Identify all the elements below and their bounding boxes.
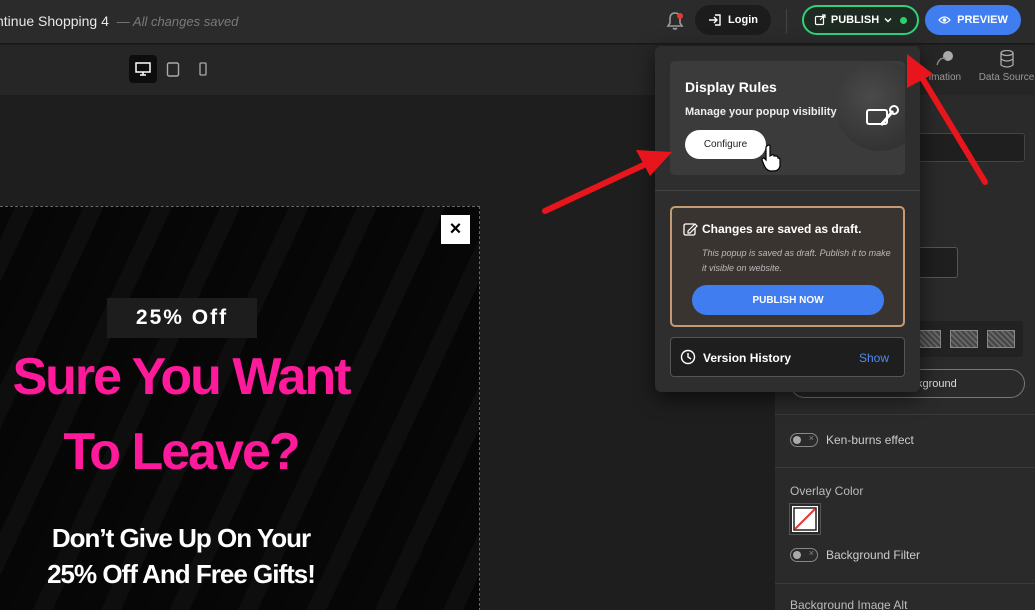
background-filter-toggle[interactable]: ×	[790, 548, 818, 562]
desktop-icon	[135, 62, 151, 76]
offer-badge[interactable]: 25% Off	[107, 298, 257, 338]
eye-icon	[938, 16, 951, 24]
tab-animation[interactable]: imation	[920, 50, 970, 83]
popup-canvas[interactable]: × 25% Off Sure You Want To Leave? Don’t …	[0, 206, 480, 610]
settings-divider	[775, 414, 1035, 415]
login-label: Login	[728, 14, 758, 26]
tab-animation-label: imation	[928, 72, 962, 83]
publish-now-label: PUBLISH NOW	[752, 294, 824, 306]
notification-bell-icon[interactable]	[664, 10, 686, 32]
publish-now-button[interactable]: PUBLISH NOW	[692, 285, 884, 315]
tab-data-source[interactable]: Data Source	[978, 50, 1035, 83]
hand-cursor-icon	[761, 144, 781, 172]
layout-option-3[interactable]	[986, 330, 1015, 348]
save-status: — All changes saved	[116, 14, 239, 29]
login-button[interactable]: Login	[695, 5, 771, 35]
header-divider	[786, 9, 787, 33]
background-filter-label: Background Filter	[826, 548, 921, 562]
ken-burns-toggle[interactable]: ×	[790, 433, 818, 447]
background-filter-row: × Background Filter	[790, 548, 920, 562]
overlay-color-swatch[interactable]	[789, 503, 821, 535]
version-history-title: Version History	[703, 351, 792, 365]
version-history-row[interactable]: Version History Show	[670, 337, 905, 377]
layout-options	[905, 321, 1023, 357]
background-button-label: kground	[917, 377, 957, 390]
top-bar: ntinue Shopping 4 — All changes saved Lo…	[0, 0, 1035, 44]
tablet-icon	[166, 61, 180, 77]
mobile-view-button[interactable]	[189, 55, 217, 83]
display-rules-title: Display Rules	[685, 79, 777, 95]
display-rules-subtitle: Manage your popup visibility	[685, 106, 837, 118]
annotation-arrow-configure	[542, 150, 672, 214]
background-image-alt-label: Background Image Alt	[790, 598, 908, 610]
external-link-icon	[814, 14, 826, 26]
mobile-icon	[199, 62, 207, 76]
publish-button[interactable]: PUBLISH	[802, 5, 919, 35]
subheadline-line-2[interactable]: 25% Off And Free Gifts!	[0, 559, 371, 590]
no-color-icon	[793, 507, 817, 531]
publish-label: PUBLISH	[830, 14, 880, 26]
database-icon	[999, 50, 1014, 68]
document-title-text: ntinue Shopping 4	[0, 13, 109, 29]
configure-button[interactable]: Configure	[685, 130, 766, 159]
headline-line-2[interactable]: To Leave?	[0, 422, 371, 482]
layout-option-2[interactable]	[949, 330, 978, 348]
chevron-down-icon	[884, 17, 892, 23]
subheadline-line-1[interactable]: Don’t Give Up On Your	[0, 523, 371, 554]
preview-label: PREVIEW	[957, 14, 1008, 26]
settings-divider	[775, 467, 1035, 468]
document-title[interactable]: ntinue Shopping 4 — All changes saved	[0, 13, 238, 29]
preview-button[interactable]: PREVIEW	[925, 5, 1021, 35]
edit-note-icon	[683, 223, 698, 236]
headline-line-1[interactable]: Sure You Want	[0, 347, 371, 407]
animation-icon	[936, 51, 953, 66]
settings-divider	[775, 583, 1035, 584]
tab-data-source-label: Data Source	[978, 72, 1035, 83]
clock-icon	[680, 349, 696, 365]
configure-label: Configure	[703, 139, 748, 150]
ken-burns-row: × Ken-burns effect	[790, 433, 914, 447]
tablet-view-button[interactable]	[159, 55, 187, 83]
screen-wrench-icon	[866, 105, 899, 126]
draft-title: Changes are saved as draft.	[702, 222, 862, 236]
desktop-view-button[interactable]	[129, 55, 157, 83]
dropdown-divider	[655, 190, 920, 191]
close-icon[interactable]: ×	[441, 215, 470, 244]
overlay-color-label: Overlay Color	[790, 484, 864, 498]
draft-description: This popup is saved as draft. Publish it…	[702, 248, 891, 273]
ken-burns-label: Ken-burns effect	[826, 433, 914, 447]
login-icon	[709, 14, 721, 26]
status-dot	[900, 16, 908, 24]
draft-status-card: Changes are saved as draft. This popup i…	[670, 206, 905, 327]
version-history-show-link[interactable]: Show	[859, 351, 889, 365]
